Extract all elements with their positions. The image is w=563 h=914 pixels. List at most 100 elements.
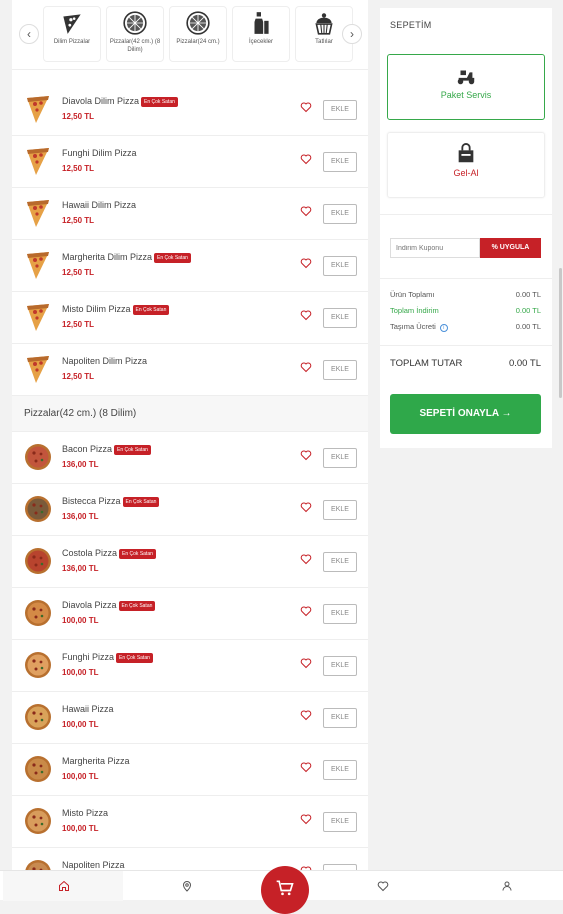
item-name: Diavola Dilim Pizza — [62, 96, 140, 106]
heart-icon[interactable] — [300, 153, 312, 165]
subtotal-value: 0.00 TL — [515, 290, 541, 299]
add-button[interactable]: EKLE — [323, 656, 357, 676]
heart-icon[interactable] — [300, 257, 312, 269]
item-price: 12,50 TL — [62, 268, 95, 277]
delivery-option[interactable]: Paket Servis — [387, 54, 545, 120]
add-button[interactable]: EKLE — [323, 204, 357, 224]
pizza-image — [25, 652, 51, 678]
add-button[interactable]: EKLE — [323, 708, 357, 728]
section-title: Pizzalar(42 cm.) (8 Dilim) — [12, 396, 368, 432]
item-price: 136,00 TL — [62, 512, 99, 521]
add-button[interactable]: EKLE — [323, 812, 357, 832]
confirm-cart-button[interactable]: SEPETİ ONAYLA → — [390, 394, 541, 434]
item-name: Margherita Dilim Pizza — [62, 252, 153, 262]
menu-item-row[interactable]: Costola Pizza En Çok Satan 136,00 TL EKLE — [12, 536, 368, 588]
add-button[interactable]: EKLE — [323, 552, 357, 572]
next-category-button[interactable]: › — [342, 24, 362, 44]
menu-item-row[interactable]: Hawaii Pizza 100,00 TL EKLE — [12, 692, 368, 744]
item-name-line: Napoliten Pizza — [62, 860, 125, 870]
add-button[interactable]: EKLE — [323, 308, 357, 328]
nav-location[interactable] — [126, 871, 246, 901]
pizza-slice-image — [27, 200, 49, 227]
info-icon[interactable]: i — [439, 324, 448, 332]
menu-item-row[interactable]: Misto Pizza 100,00 TL EKLE — [12, 796, 368, 848]
item-name-line: Margherita Pizza — [62, 756, 130, 766]
discount-row: Toplam İndirim 0.00 TL — [390, 306, 541, 315]
add-button[interactable]: EKLE — [323, 604, 357, 624]
shipping-label: Taşıma Ücreti — [390, 322, 436, 331]
add-button[interactable]: EKLE — [323, 500, 357, 520]
menu-item-row[interactable]: Hawaii Dilim Pizza 12,50 TL EKLE — [12, 188, 368, 240]
menu-item-row[interactable]: Diavola Dilim Pizza En Çok Satan 12,50 TL E… — [12, 84, 368, 136]
add-button[interactable]: EKLE — [323, 360, 357, 380]
divider — [380, 345, 552, 346]
nav-home[interactable] — [3, 871, 123, 901]
add-button[interactable]: EKLE — [323, 760, 357, 780]
nav-profile[interactable] — [446, 871, 563, 901]
pizza-image — [25, 444, 51, 470]
pizza-slice-image — [27, 148, 49, 175]
menu-item-row[interactable]: Napoliten Dilim Pizza 12,50 TL EKLE — [12, 344, 368, 396]
location-pin-icon — [182, 881, 192, 892]
heart-icon[interactable] — [300, 761, 312, 773]
add-button[interactable]: EKLE — [323, 152, 357, 172]
menu-item-row[interactable]: Margherita Dilim Pizza En Çok Satan 12,50 … — [12, 240, 368, 292]
heart-icon[interactable] — [300, 205, 312, 217]
menu-item-row[interactable]: Funghi Pizza En Çok Satan 100,00 TL EKLE — [12, 640, 368, 692]
item-price: 12,50 TL — [62, 112, 95, 121]
category-tab[interactable]: Dilim Pizzalar — [43, 6, 101, 62]
item-name: Napoliten Pizza — [62, 860, 125, 870]
scrollbar[interactable] — [559, 268, 562, 398]
total-row: TOPLAM TUTAR 0.00 TL — [390, 358, 541, 369]
cart-button[interactable] — [261, 866, 309, 914]
apply-coupon-button[interactable]: % UYGULA — [480, 238, 541, 258]
item-name-line: Margherita Dilim Pizza En Çok Satan — [62, 252, 191, 263]
best-seller-badge: En Çok Satan — [132, 305, 170, 315]
shipping-row: Taşıma Ücreti i 0.00 TL — [390, 322, 541, 332]
menu-item-row[interactable]: Margherita Pizza 100,00 TL EKLE — [12, 744, 368, 796]
heart-icon[interactable] — [300, 501, 312, 513]
item-name-line: Hawaii Pizza — [62, 704, 114, 714]
heart-icon[interactable] — [300, 657, 312, 669]
pizza-image — [25, 808, 51, 834]
prev-category-button[interactable]: ‹ — [19, 24, 39, 44]
pizza-slice-image — [27, 252, 49, 279]
menu-item-row[interactable]: Diavola Pizza En Çok Satan 100,00 TL EKLE — [12, 588, 368, 640]
heart-icon[interactable] — [300, 361, 312, 373]
menu-item-row[interactable]: Bacon Pizza En Çok Satan 136,00 TL EKLE — [12, 432, 368, 484]
home-icon — [59, 880, 69, 891]
heart-icon[interactable] — [300, 309, 312, 321]
category-tab[interactable]: İçecekler — [232, 6, 290, 62]
heart-icon[interactable] — [300, 553, 312, 565]
pickup-option[interactable]: Gel-Al — [387, 132, 545, 198]
category-tab[interactable]: Pizzalar(42 cm.) (8 Dilim) — [106, 6, 164, 62]
pizza-icon — [123, 11, 147, 35]
divider — [380, 278, 552, 279]
add-button[interactable]: EKLE — [323, 256, 357, 276]
heart-icon[interactable] — [300, 813, 312, 825]
best-seller-badge: En Çok Satan — [141, 97, 178, 107]
item-name-line: Funghi Pizza En Çok Satan — [62, 652, 153, 663]
best-seller-badge: En Çok Satan — [122, 497, 160, 507]
category-tab[interactable]: Pizzalar(24 cm.) — [169, 6, 227, 62]
delivery-label: Paket Servis — [440, 90, 492, 100]
add-button[interactable]: EKLE — [323, 100, 357, 120]
item-price: 12,50 TL — [62, 372, 95, 381]
heart-icon[interactable] — [300, 449, 312, 461]
menu-item-row[interactable]: Funghi Dilim Pizza 12,50 TL EKLE — [12, 136, 368, 188]
menu-item-row[interactable]: Misto Dilim Pizza En Çok Satan 12,50 TL EKL… — [12, 292, 368, 344]
item-name-line: Bistecca Pizza En Çok Satan — [62, 496, 160, 507]
nav-favorites[interactable] — [322, 871, 442, 901]
coupon-input[interactable] — [390, 238, 480, 258]
item-name-line: Diavola Dilim Pizza En Çok Satan — [62, 96, 178, 107]
heart-icon[interactable] — [300, 101, 312, 113]
heart-icon[interactable] — [300, 709, 312, 721]
item-price: 100,00 TL — [62, 616, 99, 625]
heart-icon[interactable] — [300, 605, 312, 617]
pizza-image — [25, 600, 51, 626]
item-name-line: Misto Dilim Pizza En Çok Satan — [62, 304, 170, 315]
add-button[interactable]: EKLE — [323, 448, 357, 468]
menu-item-row[interactable]: Bistecca Pizza En Çok Satan 136,00 TL EKLE — [12, 484, 368, 536]
pizza-slice-image — [27, 96, 49, 123]
item-name-line: Funghi Dilim Pizza — [62, 148, 137, 158]
